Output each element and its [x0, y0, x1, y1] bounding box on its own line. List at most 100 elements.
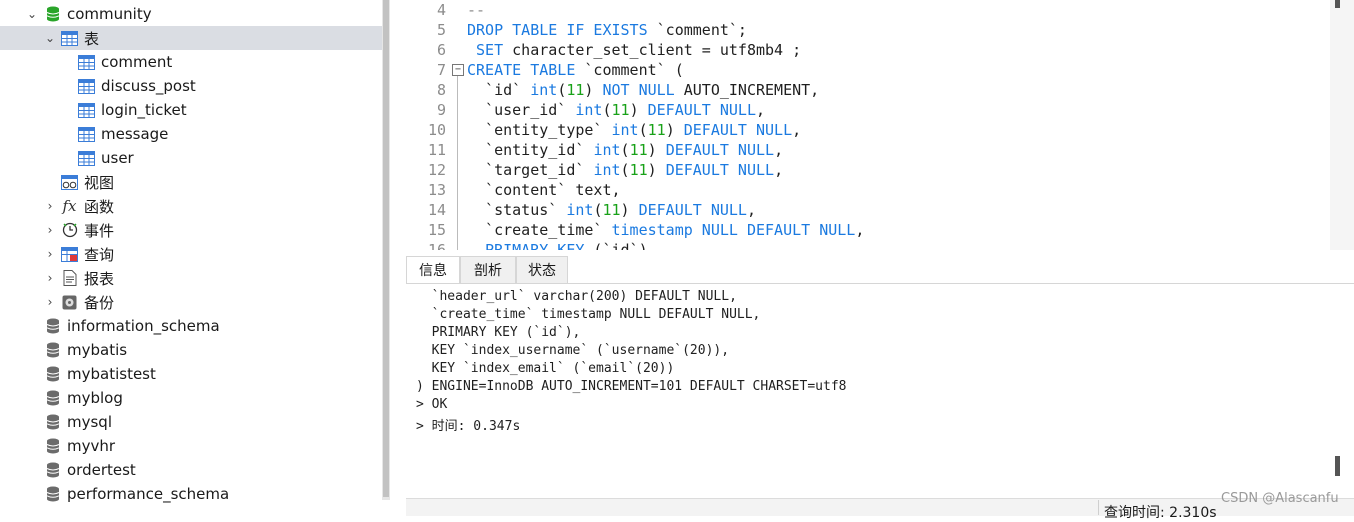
db-name: mybatistest	[67, 365, 156, 383]
line-number: 11	[427, 141, 446, 159]
group-label: 事件	[84, 221, 115, 240]
chevron-down-icon[interactable]: ⌄	[44, 31, 56, 45]
tree-db-myblog[interactable]: myblog	[0, 386, 382, 410]
output-line: `create_time` timestamp NULL DEFAULT NUL…	[416, 307, 761, 322]
table-icon	[78, 78, 95, 95]
output-line: ) ENGINE=InnoDB AUTO_INCREMENT=101 DEFAU…	[416, 379, 847, 394]
code-line: --	[467, 1, 486, 19]
code-line: DROP TABLE IF EXISTS `comment`;	[467, 21, 747, 39]
tree-db-ordertest[interactable]: ordertest	[0, 458, 382, 482]
query-icon	[61, 246, 78, 263]
code-line: SET character_set_client = utf8mb4 ;	[467, 41, 802, 59]
table-group-icon	[61, 30, 78, 47]
chevron-right-icon[interactable]: ›	[44, 247, 56, 261]
tree-db-performance-schema[interactable]: performance_schema	[0, 482, 382, 506]
line-number: 6	[436, 41, 446, 59]
code-line: CREATE TABLE `comment` (	[467, 61, 684, 79]
tab-status[interactable]: 状态	[516, 256, 568, 283]
table-icon	[78, 150, 95, 167]
tree-scrollbar-thumb[interactable]	[383, 0, 389, 497]
tree-db-mybatistest[interactable]: mybatistest	[0, 362, 382, 386]
table-name: comment	[101, 53, 173, 71]
group-label: 表	[84, 29, 100, 48]
message-output: `header_url` varchar(200) DEFAULT NULL, …	[406, 288, 1330, 496]
code-line: `user_id` int(11) DEFAULT NULL,	[467, 101, 766, 119]
output-scrollbar-thumb[interactable]	[1335, 456, 1340, 476]
editor-scrollbar-track[interactable]	[1330, 0, 1354, 250]
result-tabbar: 信息 剖析 状态	[406, 256, 1354, 284]
line-number: 15	[427, 221, 446, 239]
group-label: 查询	[84, 245, 115, 264]
table-name: message	[101, 125, 169, 143]
output-line: PRIMARY KEY (`id`),	[416, 325, 581, 340]
table-icon	[78, 102, 95, 119]
tree-db-myvhr[interactable]: myvhr	[0, 434, 382, 458]
line-number: 16	[427, 241, 446, 250]
line-number: 14	[427, 201, 446, 219]
db-name: mysql	[67, 413, 112, 431]
group-label: 报表	[84, 269, 115, 288]
tree-group-tables[interactable]: ⌄ 表	[0, 26, 382, 50]
tree-group-functions[interactable]: › fx 函数	[0, 194, 382, 218]
code-line: `target_id` int(11) DEFAULT NULL,	[467, 161, 784, 179]
output-line: KEY `index_email` (`email`(20))	[416, 361, 675, 376]
tree-db-mysql[interactable]: mysql	[0, 410, 382, 434]
tree-db-mybatis[interactable]: mybatis	[0, 338, 382, 362]
database-icon	[44, 414, 61, 431]
line-number: 10	[427, 121, 446, 139]
code-line: `id` int(11) NOT NULL AUTO_INCREMENT,	[467, 81, 820, 99]
tree-db-information-schema[interactable]: information_schema	[0, 314, 382, 338]
db-name: performance_schema	[67, 485, 230, 503]
database-icon	[44, 390, 61, 407]
group-label: 函数	[84, 197, 115, 216]
line-number: 13	[427, 181, 446, 199]
database-icon	[44, 438, 61, 455]
line-number: 4	[436, 1, 446, 19]
backup-icon	[61, 294, 78, 311]
database-icon	[44, 462, 61, 479]
tree-group-views[interactable]: 视图	[0, 170, 382, 194]
tree-db-community[interactable]: ⌄ community	[0, 2, 382, 26]
db-name: information_schema	[67, 317, 220, 335]
table-name: login_ticket	[101, 101, 187, 119]
chevron-right-icon[interactable]: ›	[44, 295, 56, 309]
tree-table-message[interactable]: message	[0, 122, 382, 146]
db-name: ordertest	[67, 461, 136, 479]
table-icon	[78, 54, 95, 71]
code-line: `entity_id` int(11) DEFAULT NULL,	[467, 141, 784, 159]
database-open-icon	[44, 6, 61, 23]
output-line: > OK	[416, 397, 448, 412]
report-icon	[61, 270, 78, 287]
tree-table-comment[interactable]: comment	[0, 50, 382, 74]
tree-table-user[interactable]: user	[0, 146, 382, 170]
chevron-right-icon[interactable]: ›	[44, 223, 56, 237]
fold-toggle-icon[interactable]: −	[452, 64, 464, 76]
db-name: mybatis	[67, 341, 128, 359]
tab-info[interactable]: 信息	[406, 256, 460, 283]
tree-group-queries[interactable]: › 查询	[0, 242, 382, 266]
chevron-right-icon[interactable]: ›	[44, 199, 56, 213]
tree-group-reports[interactable]: › 报表	[0, 266, 382, 290]
sql-editor[interactable]: 4 5 6 7 8 9 10 11 12 13 14 15 16 − -- DR…	[390, 0, 1330, 250]
fold-guide-line	[457, 76, 458, 250]
line-number: 7	[436, 61, 446, 79]
tree-group-backups[interactable]: › 备份	[0, 290, 382, 314]
tree-table-discuss-post[interactable]: discuss_post	[0, 74, 382, 98]
output-line: > 时间: 0.347s	[416, 419, 521, 434]
table-icon	[78, 126, 95, 143]
db-name: community	[67, 5, 152, 23]
editor-scrollbar-thumb[interactable]	[1335, 0, 1340, 8]
chevron-right-icon[interactable]: ›	[44, 271, 56, 285]
clock-icon	[61, 222, 78, 239]
db-name: myvhr	[67, 437, 116, 455]
tree-group-events[interactable]: › 事件	[0, 218, 382, 242]
chevron-down-icon[interactable]: ⌄	[26, 7, 38, 21]
status-separator	[1098, 500, 1099, 515]
database-icon	[44, 318, 61, 335]
watermark-text: CSDN @Alascanfu	[1221, 491, 1339, 506]
line-number: 12	[427, 161, 446, 179]
tab-profile[interactable]: 剖析	[460, 256, 516, 283]
line-number: 5	[436, 21, 446, 39]
tree-table-login-ticket[interactable]: login_ticket	[0, 98, 382, 122]
code-line: PRIMARY KEY (`id`)	[467, 241, 648, 250]
